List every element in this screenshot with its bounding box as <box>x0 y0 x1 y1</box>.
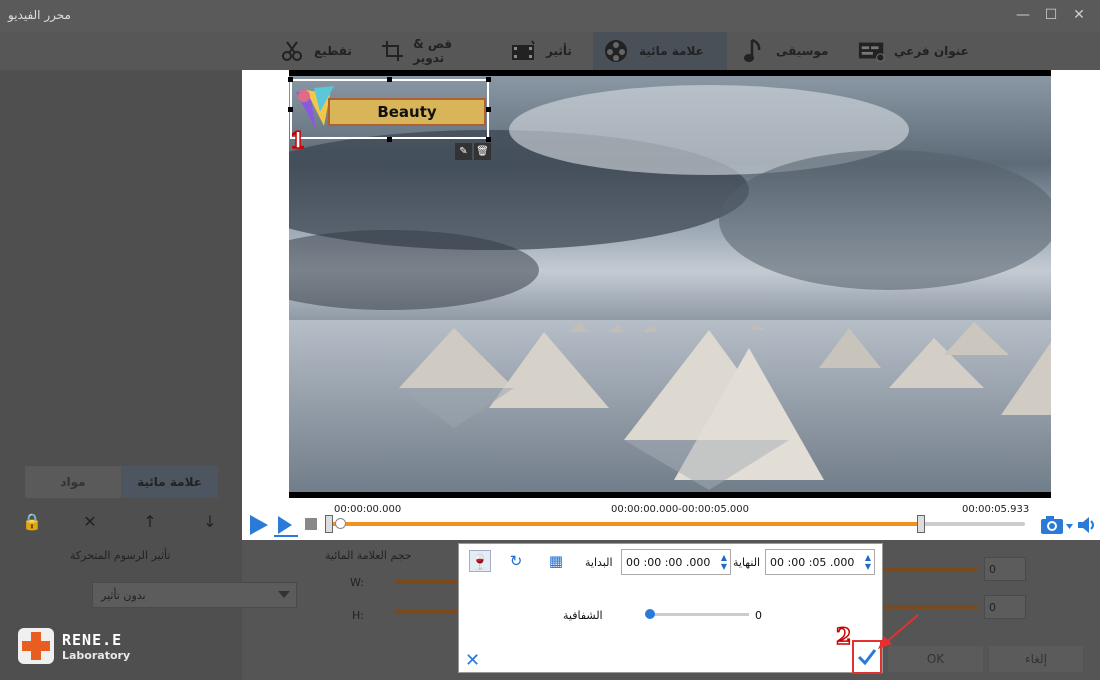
resize-handle[interactable] <box>288 107 293 112</box>
width-value: 0 <box>989 563 996 576</box>
start-time-input[interactable]: 00 :00 :00 .000 ▲ ▼ <box>621 549 731 575</box>
width-spinner[interactable]: 0 <box>984 557 1026 581</box>
edit-pencil-icon[interactable]: ✎ <box>455 143 472 160</box>
rotate-icon[interactable]: ↻ <box>505 550 527 572</box>
rene-logo: RENE.E Laboratory <box>18 628 130 664</box>
tab-watermark[interactable]: علامة مائية <box>593 32 727 70</box>
opacity-value: 0 <box>755 609 762 622</box>
plus-logo-icon <box>18 628 54 664</box>
tab-sidebar-materials[interactable]: مواد <box>25 466 121 498</box>
end-time-text: 00:00:05.933 <box>962 504 1030 515</box>
spinner-arrows-icon[interactable]: ▲ ▼ <box>865 553 871 571</box>
trim-end-handle[interactable] <box>917 515 925 533</box>
tab-label: تأثير <box>546 44 572 58</box>
tab-effect[interactable]: تأثير <box>510 32 586 70</box>
animation-selected-value: بدون تأثير <box>101 589 146 602</box>
cancel-label: إلغاء <box>1024 652 1048 666</box>
trash-icon[interactable]: 🗑 <box>474 143 491 160</box>
play-selection-icon[interactable] <box>272 514 300 542</box>
volume-icon[interactable] <box>1077 516 1097 538</box>
tab-label: قص & تدوير <box>413 37 453 65</box>
playhead-knob[interactable] <box>335 518 346 529</box>
height-slider-left[interactable] <box>395 610 458 614</box>
width-slider-right[interactable] <box>882 567 978 571</box>
ok-label: OK <box>926 652 945 666</box>
camera-snapshot-icon[interactable] <box>1040 514 1074 540</box>
play-icon[interactable] <box>248 514 270 540</box>
opacity-slider-track[interactable] <box>649 613 749 616</box>
tab-label: تقطيع <box>314 44 352 58</box>
tab-label: عنوان فرعي <box>894 44 969 58</box>
end-time-value: 00 :00 :05 .000 <box>770 556 855 569</box>
resize-handle[interactable] <box>486 77 491 82</box>
delete-x-icon[interactable]: ✕ <box>80 512 100 532</box>
start-time-text: 00:00:00.000 <box>334 504 402 515</box>
logo-name: RENE.E <box>62 630 123 649</box>
move-down-icon[interactable]: ↓ <box>200 512 220 532</box>
lock-icon[interactable]: 🔒 <box>22 512 42 532</box>
resize-handle[interactable] <box>387 77 392 82</box>
editor-tabs: تقطيع قص & تدوير تأثير علامة مائية موسيق… <box>0 32 1100 70</box>
tab-label: موسيقى <box>776 44 829 58</box>
scissors-icon <box>278 39 306 63</box>
minimize-icon[interactable]: — <box>1014 6 1032 24</box>
end-time-input[interactable]: 00 :00 :05 .000 ▲ ▼ <box>765 549 875 575</box>
sidebar-tab-label: مواد <box>60 475 86 489</box>
watermark-text-banner: Beauty <box>328 98 486 126</box>
start-time-value: 00 :00 :00 .000 <box>626 556 711 569</box>
tab-sidebar-watermark[interactable]: علامة مائية <box>121 466 218 498</box>
logo-sub: Laboratory <box>62 648 131 662</box>
timeline-progress <box>330 522 921 526</box>
goblet-icon[interactable]: 🍷 <box>469 550 491 572</box>
title-bar: محرر الفيديو — ☐ ✕ <box>0 0 1100 32</box>
resize-handle[interactable] <box>486 107 491 112</box>
subtitle-icon <box>858 39 886 63</box>
height-label: H: <box>352 609 364 622</box>
watermark-size-label: حجم العلامة المائية <box>325 549 412 562</box>
tab-subtitle[interactable]: عنوان فرعي <box>858 32 978 70</box>
red-arrow-icon <box>872 612 922 656</box>
opacity-slider-knob[interactable] <box>645 609 655 619</box>
spinner-arrows-icon[interactable]: ▲ ▼ <box>721 553 727 571</box>
start-label: البداية <box>585 556 613 569</box>
step-marker-1: 1 <box>289 127 306 155</box>
maximize-icon[interactable]: ☐ <box>1042 6 1060 24</box>
effect-icon <box>510 39 538 63</box>
resize-handle[interactable] <box>486 137 491 142</box>
cancel-button[interactable]: إلغاء <box>989 646 1083 672</box>
fit-grid-icon[interactable]: ▦ <box>545 550 567 572</box>
height-spinner[interactable]: 0 <box>984 595 1026 619</box>
height-slider-right[interactable] <box>882 605 978 609</box>
resize-handle[interactable] <box>387 137 392 142</box>
trim-start-handle[interactable] <box>325 515 333 533</box>
range-time-text: 00:00:00.000-00:00:05.000 <box>611 504 749 515</box>
music-note-icon <box>740 38 768 63</box>
tab-trim[interactable]: تقطيع <box>278 32 366 70</box>
animation-effect-label: تأثير الرسوم المتحركة <box>70 549 171 562</box>
video-editor-window: محرر الفيديو — ☐ ✕ تقطيع قص & تدوير تأثي… <box>0 0 1100 680</box>
stop-icon[interactable] <box>305 518 317 530</box>
tab-crop-rotate[interactable]: قص & تدوير <box>380 32 480 70</box>
animation-effect-select[interactable]: بدون تأثير <box>92 582 297 608</box>
end-label: النهاية <box>733 556 761 569</box>
tab-label: علامة مائية <box>639 44 704 58</box>
sidebar-tab-label: علامة مائية <box>137 475 202 489</box>
chevron-down-icon <box>278 591 290 598</box>
step-marker-2: 2 <box>835 623 852 651</box>
tab-music[interactable]: موسيقى <box>740 32 830 70</box>
watermark-text: Beauty <box>377 103 437 121</box>
crop-icon <box>380 39 405 63</box>
move-up-icon[interactable]: ↑ <box>140 512 160 532</box>
width-label: W: <box>350 576 364 589</box>
resize-handle[interactable] <box>288 77 293 82</box>
cancel-x-icon[interactable]: ✕ <box>465 650 480 671</box>
height-value: 0 <box>989 601 996 614</box>
window-title: محرر الفيديو <box>8 8 71 22</box>
close-icon[interactable]: ✕ <box>1070 6 1088 24</box>
watermark-film-icon <box>603 39 631 63</box>
width-slider-left[interactable] <box>395 580 458 584</box>
watermark-time-popup: 🍷 ↻ ▦ البداية 00 :00 :00 .000 ▲ ▼ النهاية… <box>458 543 883 673</box>
opacity-label: الشفافية <box>563 609 603 622</box>
